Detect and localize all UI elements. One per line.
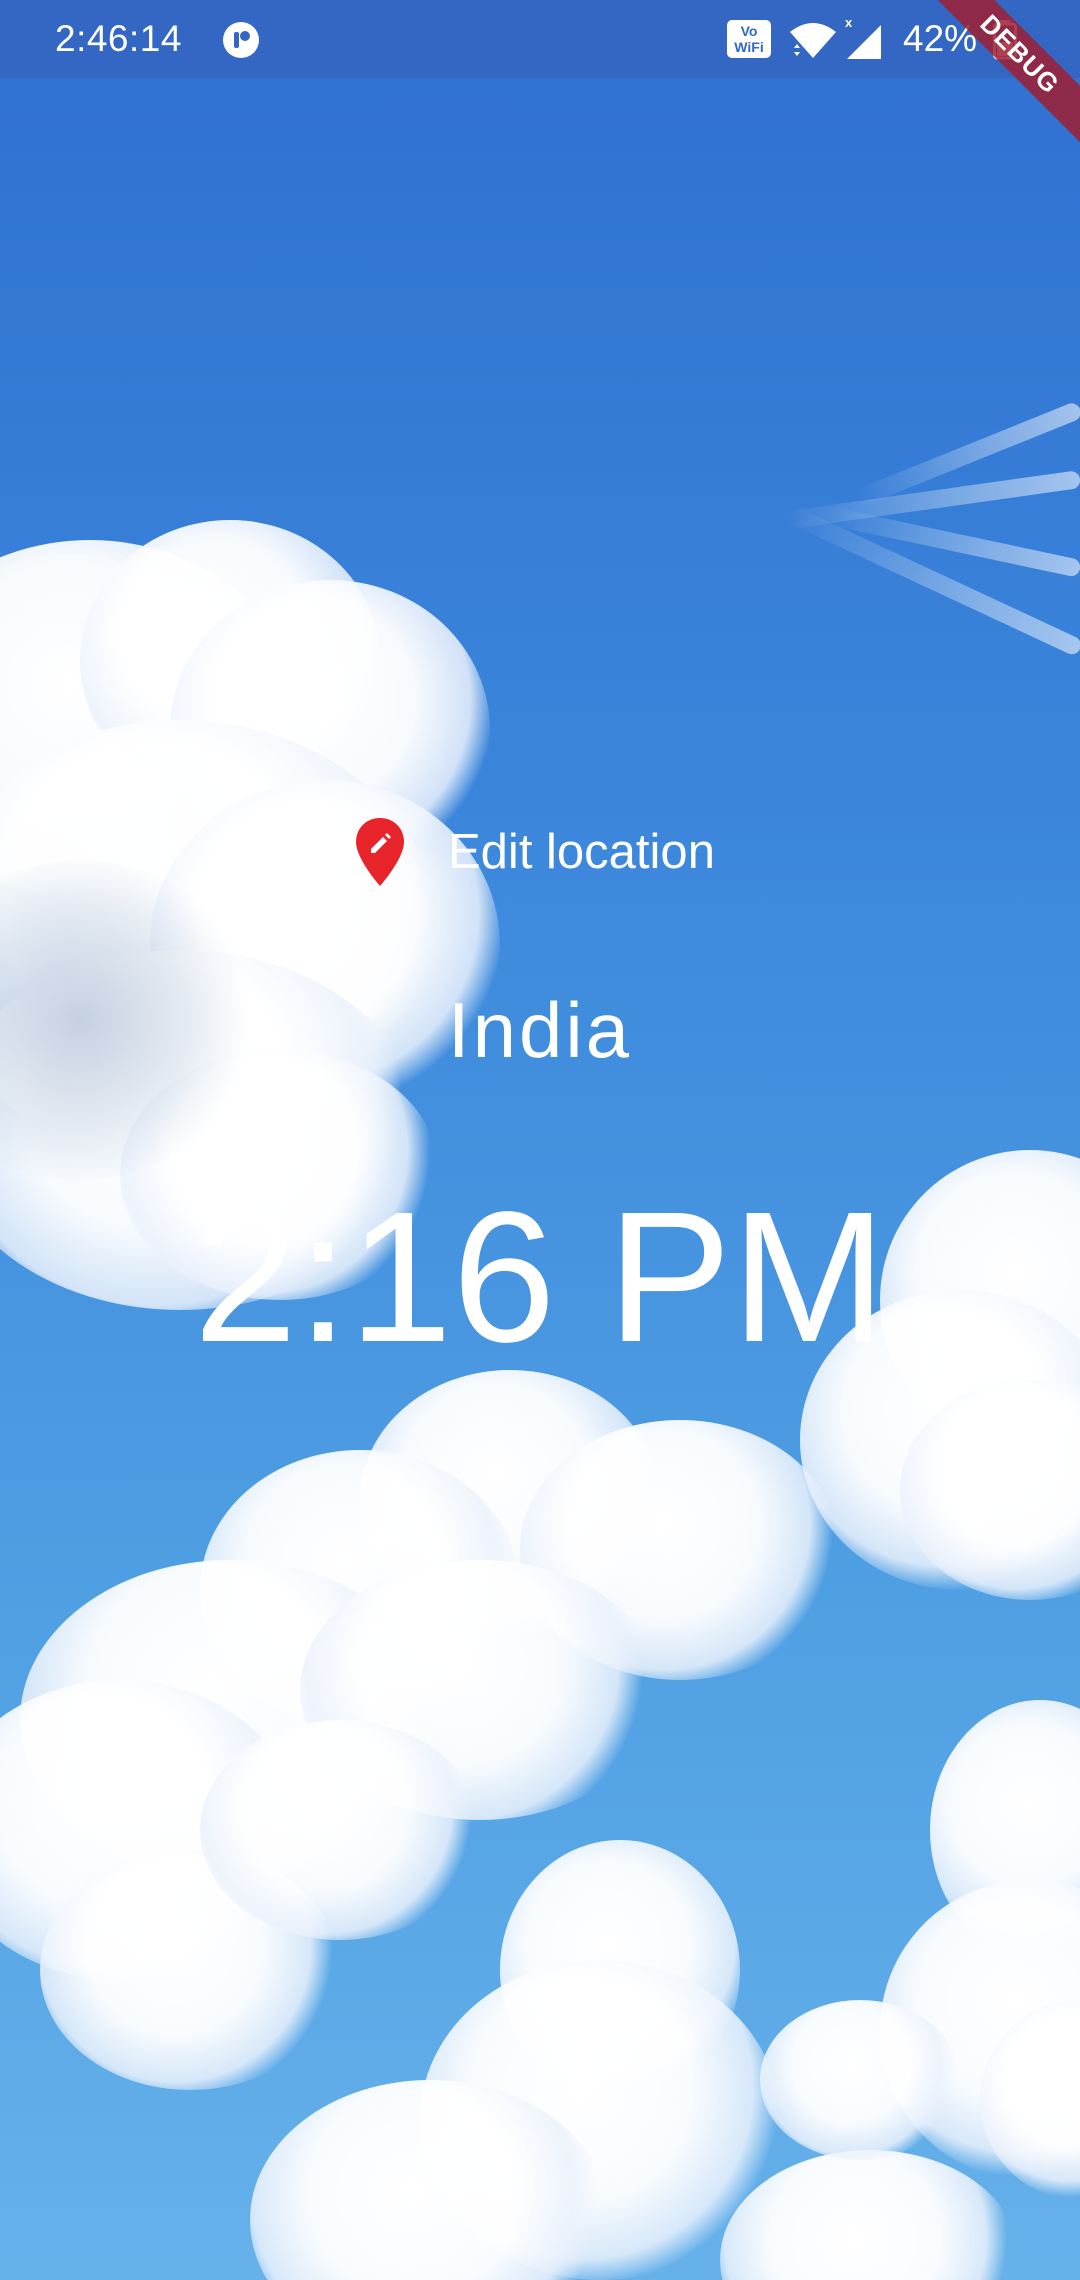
location-pin-edit-icon (356, 818, 404, 886)
local-time-display: 2:16 PM (193, 1174, 887, 1381)
status-bar: 2:46:14 Vo WiFi x 42% (0, 0, 1080, 78)
app-icon (223, 22, 259, 58)
location-name: India (447, 986, 633, 1074)
wifi-icon (790, 23, 836, 58)
edit-location-button[interactable]: Edit location (354, 812, 715, 892)
app-screen: 2:46:14 Vo WiFi x 42% DEBUG Edit locatio… (0, 0, 1080, 2280)
edit-location-label: Edit location (448, 825, 715, 879)
sky-background (0, 0, 1080, 2280)
vowifi-icon: Vo WiFi (727, 20, 771, 58)
signal-icon: x (845, 15, 881, 59)
status-time: 2:46:14 (55, 18, 182, 59)
svg-text:x: x (845, 15, 853, 30)
